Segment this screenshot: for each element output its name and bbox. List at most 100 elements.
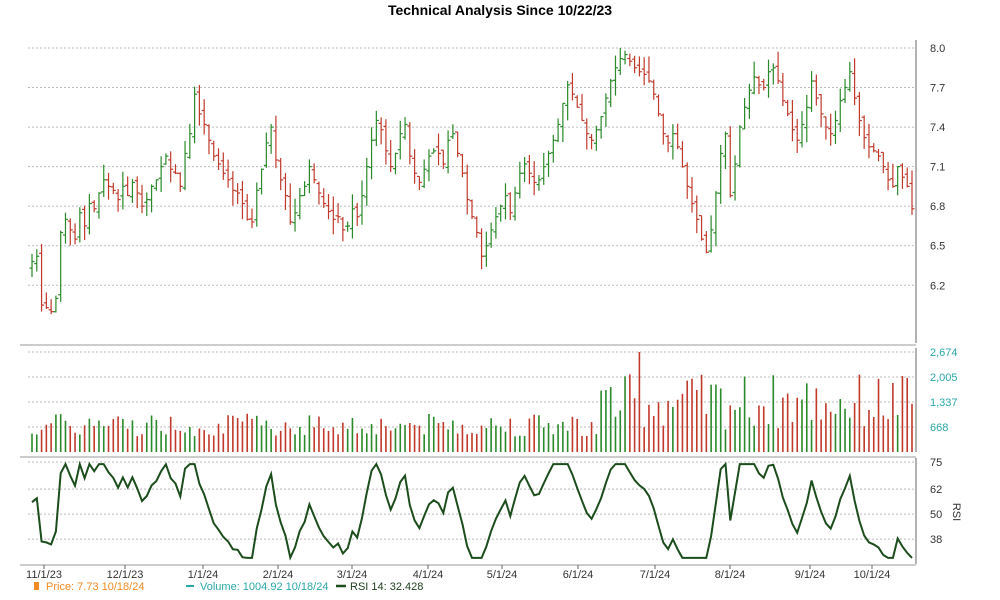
ohlc-bar xyxy=(871,143,877,153)
volume-bar xyxy=(710,384,712,452)
x-tick-label: 4/1/24 xyxy=(413,569,444,581)
volume-bar xyxy=(719,388,722,452)
ohlc-bar xyxy=(201,99,207,135)
volume-bar xyxy=(35,434,38,452)
rsi-series xyxy=(31,460,913,561)
ohlc-bar xyxy=(560,102,566,142)
volume-bar xyxy=(676,399,679,452)
volume-bar xyxy=(504,431,507,452)
ohlc-bar xyxy=(316,181,322,205)
ohlc-bar xyxy=(708,215,714,253)
price-tick-label: 6.8 xyxy=(930,201,945,213)
volume-bar xyxy=(184,432,186,452)
volume-bar xyxy=(327,430,330,452)
volume-bar xyxy=(657,402,660,452)
ohlc-bar xyxy=(326,194,332,220)
volume-bar xyxy=(695,389,698,452)
ohlc-bar xyxy=(689,177,695,213)
volume-bar xyxy=(519,435,521,452)
volume-bar xyxy=(437,423,440,452)
x-tick-label: 2/1/24 xyxy=(263,569,294,581)
ohlc-bar xyxy=(239,181,245,220)
volume-bar xyxy=(868,409,870,452)
ohlc-bar xyxy=(67,218,73,246)
price-y-axis: 8.0 7.7 7.4 7.1 6.8 6.5 6.2 xyxy=(915,40,945,343)
ohlc-bar xyxy=(340,216,346,242)
volume-bar xyxy=(643,427,645,452)
ohlc-bar xyxy=(737,125,743,168)
ohlc-bar xyxy=(608,78,614,108)
x-tick-label: 11/1/23 xyxy=(26,569,62,581)
volume-bar xyxy=(40,429,43,452)
volume-bar xyxy=(911,403,913,452)
volume-bar xyxy=(887,419,889,452)
volume-bar xyxy=(475,433,478,452)
ohlc-bar xyxy=(292,198,298,232)
volume-bar xyxy=(284,422,287,452)
ohlc-bar xyxy=(852,58,858,106)
volume-bar xyxy=(385,426,387,452)
ohlc-bar xyxy=(440,149,446,169)
volume-bar xyxy=(189,426,191,452)
ohlc-bar xyxy=(459,153,465,178)
ohlc-bar xyxy=(727,126,733,198)
volume-legend-text: Volume: 1004.92 10/18/24 xyxy=(200,581,328,593)
volume-bar xyxy=(251,418,253,452)
volume-bar xyxy=(322,428,325,452)
volume-bar xyxy=(638,352,641,452)
volume-bar xyxy=(614,416,617,452)
ohlc-bar xyxy=(502,183,508,220)
ohlc-bar xyxy=(646,56,652,83)
volume-bar xyxy=(681,393,684,452)
volume-bar xyxy=(849,417,851,452)
ohlc-bar xyxy=(254,182,260,227)
volume-bar xyxy=(758,405,760,452)
volume-bar xyxy=(399,423,402,452)
volume-bar xyxy=(107,425,110,452)
ohlc-bar xyxy=(742,97,748,130)
volume-bar xyxy=(165,434,167,452)
ohlc-bar xyxy=(746,83,752,119)
volume-bar xyxy=(844,408,846,452)
ohlc-bar xyxy=(722,131,728,170)
ohlc-bar xyxy=(263,132,269,168)
ohlc-bar xyxy=(766,59,772,98)
volume-bar xyxy=(174,429,177,452)
volume-bar xyxy=(829,411,832,452)
volume-bar xyxy=(533,414,535,452)
ohlc-bar xyxy=(809,71,815,112)
ohlc-bar xyxy=(144,192,150,217)
volume-bar xyxy=(83,425,86,452)
x-tick-label: 3/1/24 xyxy=(337,569,368,581)
ohlc-bar xyxy=(268,123,274,154)
ohlc-bar xyxy=(603,93,609,127)
ohlc-bar xyxy=(751,61,757,95)
volume-bar xyxy=(227,415,229,452)
rsi-tick-label: 75 xyxy=(930,457,942,469)
volume-bar xyxy=(98,420,100,452)
price-tick-label: 7.7 xyxy=(930,83,945,95)
volume-bar xyxy=(906,377,909,452)
volume-bar xyxy=(801,399,803,452)
volume-bar xyxy=(691,378,693,452)
volume-bar xyxy=(480,425,483,452)
volume-bar xyxy=(232,415,234,452)
ohlc-bar xyxy=(636,56,642,77)
volume-bar xyxy=(380,418,382,452)
volume-bar xyxy=(150,415,153,452)
ohlc-bar xyxy=(172,164,178,175)
volume-bar xyxy=(50,423,52,452)
x-tick-label: 5/1/24 xyxy=(487,569,518,581)
volume-bar xyxy=(743,376,746,452)
volume-bar xyxy=(772,375,775,452)
ohlc-bar xyxy=(321,188,327,208)
volume-bar xyxy=(169,416,172,452)
ohlc-bar xyxy=(699,214,705,241)
volume-y-axis: 2,674 2,005 1,337 668 xyxy=(915,347,958,452)
ohlc-bar xyxy=(694,195,700,234)
volume-bar xyxy=(193,436,196,452)
rsi-axis-title: RSI xyxy=(950,503,962,521)
ohlc-bar xyxy=(584,118,590,150)
volume-bar xyxy=(624,376,626,452)
ohlc-bar xyxy=(129,179,135,203)
